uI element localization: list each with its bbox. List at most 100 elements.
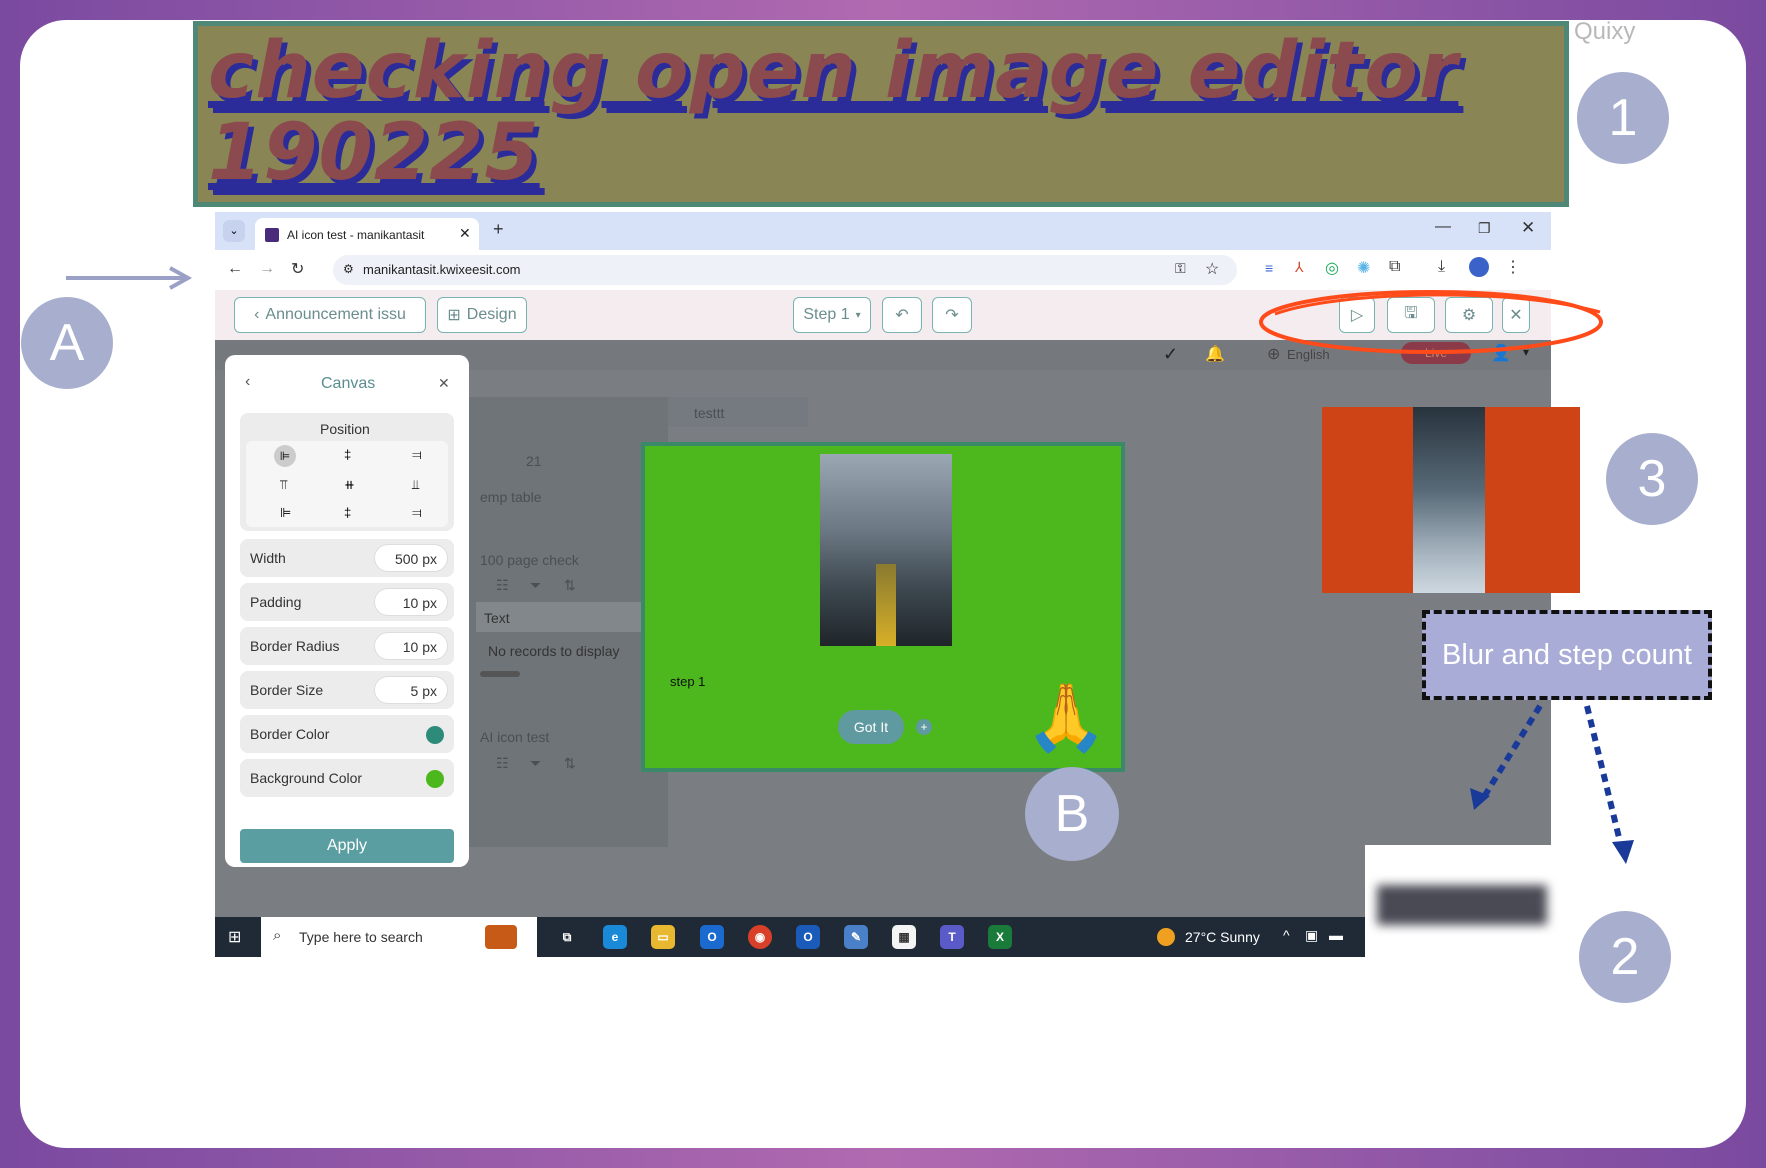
design-button[interactable]: ⊞ Design	[437, 297, 527, 333]
extension-4-icon[interactable]: ✺	[1357, 258, 1370, 278]
announcement-back-button[interactable]: ‹ Announcement issu	[234, 297, 426, 333]
new-tab-icon[interactable]: +	[493, 219, 504, 240]
password-key-icon[interactable]: ⚿	[1175, 260, 1186, 277]
site-info-icon[interactable]: ⚙	[343, 262, 354, 276]
step-dropdown[interactable]: Step 1 ▾	[793, 297, 871, 333]
tab-testtt[interactable]: testtt	[694, 405, 724, 421]
dotted-arrows-icon	[1470, 704, 1634, 864]
border-color-label: Border Color	[250, 726, 330, 742]
excel-icon[interactable]: X	[988, 925, 1012, 949]
border-color-swatch[interactable]	[426, 726, 444, 744]
table-header: Text	[476, 602, 666, 632]
arrow-a-icon	[66, 266, 193, 290]
filter-icon-2[interactable]: ⏷	[530, 755, 541, 772]
bookmark-star-icon[interactable]: ☆	[1205, 259, 1219, 279]
apply-button[interactable]: Apply	[240, 829, 454, 863]
border-radius-label: Border Radius	[250, 638, 340, 654]
download-icon[interactable]: ⤓	[1438, 258, 1445, 276]
extension-2-icon[interactable]: ⅄	[1295, 259, 1304, 276]
position-group: Position ⊫ ‡ ⫤ ⫪ ⧺ ⫫ ⊫ ‡ ⫤	[240, 413, 454, 531]
tray-chevron-icon[interactable]: ^	[1283, 927, 1290, 943]
browser-tab[interactable]: AI icon test - manikantasit ✕	[255, 218, 479, 250]
undo-icon: ↶	[895, 307, 909, 324]
redo-icon: ↷	[945, 307, 959, 324]
restore-icon[interactable]: ❐	[1478, 220, 1491, 237]
align-top-right-icon[interactable]: ⫤	[412, 447, 422, 463]
got-it-button[interactable]: Got It	[838, 710, 904, 744]
list-icon-2[interactable]: ☷	[496, 755, 509, 772]
panel-close-icon[interactable]: ✕	[438, 375, 450, 392]
outlook-icon[interactable]: O	[796, 925, 820, 949]
pray-emoji-icon: 🙏	[1025, 680, 1108, 754]
list-icon[interactable]: ☷	[496, 577, 509, 594]
chrome-icon[interactable]: ◉	[748, 925, 772, 949]
blur-step-count-label: Blur and step count	[1422, 610, 1712, 700]
sort-icon-2[interactable]: ⇅	[564, 755, 576, 772]
road-line	[876, 564, 896, 646]
outlook-new-icon[interactable]: O	[700, 925, 724, 949]
redo-button[interactable]: ↷	[932, 297, 972, 333]
file-explorer-icon[interactable]: ▭	[651, 925, 675, 949]
border-size-input[interactable]: 5 px	[374, 676, 448, 704]
tab-close-icon[interactable]: ✕	[459, 225, 471, 242]
url-bar[interactable]: ⚙ manikantasit.kwixeesit.com ⚿ ☆	[333, 255, 1237, 285]
title-text: checking open image editor 190225	[208, 26, 1459, 198]
check-circle-icon[interactable]: ✓	[1163, 344, 1178, 365]
align-middle-center-icon[interactable]: ⧺	[344, 477, 355, 493]
store-icon[interactable]: ▦	[892, 925, 916, 949]
tab-favicon-icon	[265, 228, 279, 242]
background-color-row: Background Color	[240, 759, 454, 797]
close-window-icon[interactable]: ✕	[1521, 218, 1535, 238]
tray-battery-icon[interactable]: ▬	[1329, 927, 1343, 943]
background-color-swatch[interactable]	[426, 770, 444, 788]
teams-icon[interactable]: T	[940, 925, 964, 949]
sort-icon[interactable]: ⇅	[564, 577, 576, 594]
align-top-center-icon[interactable]: ‡	[344, 447, 351, 462]
announcement-label: Announcement issu	[265, 306, 406, 323]
width-input[interactable]: 500 px	[374, 544, 448, 572]
title-banner: checking open image editor 190225	[193, 21, 1569, 207]
list-item-ai-icon-test[interactable]: AI icon test	[480, 729, 549, 745]
undo-button[interactable]: ↶	[882, 297, 922, 333]
windows-taskbar: ⊞ ⌕ Type here to search ⧉ e ▭ O ◉ O ✎ ▦ …	[215, 917, 1551, 957]
border-size-label: Border Size	[250, 682, 324, 698]
reload-icon[interactable]: ↻	[291, 259, 304, 279]
panel-back-icon[interactable]: ‹	[245, 373, 250, 391]
align-top-left-icon[interactable]: ⊫	[274, 445, 296, 467]
align-middle-left-icon[interactable]: ⫪	[280, 477, 287, 493]
menu-kebab-icon[interactable]: ⋮	[1505, 257, 1521, 277]
paint-icon[interactable]: ✎	[844, 925, 868, 949]
align-bottom-right-icon[interactable]: ⫤	[412, 505, 422, 521]
windows-start-icon[interactable]: ⊞	[228, 927, 241, 947]
canvas-panel: ‹ Canvas ✕ Position ⊫ ‡ ⫤ ⫪ ⧺ ⫫ ⊫ ‡ ⫤ Wi…	[225, 355, 469, 867]
align-middle-right-icon[interactable]: ⫫	[412, 477, 419, 493]
bell-icon[interactable]: 🔔	[1205, 344, 1225, 364]
extension-1-icon[interactable]: ≡	[1265, 260, 1273, 276]
list-item-emp-table[interactable]: emp table	[480, 489, 541, 505]
tray-network-icon[interactable]: ▣	[1305, 927, 1318, 944]
list-number: 21	[526, 453, 542, 469]
extensions-puzzle-icon[interactable]: ⧉	[1389, 258, 1400, 276]
forward-icon[interactable]: →	[259, 260, 275, 278]
border-radius-input[interactable]: 10 px	[374, 632, 448, 660]
extension-3-icon[interactable]: ◎	[1325, 258, 1339, 278]
filter-icon[interactable]: ⏷	[530, 577, 541, 594]
tab-search-icon[interactable]: ⌄	[223, 220, 245, 242]
add-button[interactable]: +	[916, 719, 932, 735]
minimize-icon[interactable]: —	[1435, 218, 1451, 236]
edge-icon[interactable]: e	[603, 925, 627, 949]
align-bottom-center-icon[interactable]: ‡	[344, 505, 351, 520]
padding-input[interactable]: 10 px	[374, 588, 448, 616]
task-view-icon[interactable]: ⧉	[555, 925, 579, 949]
search-icon: ⌕	[273, 927, 282, 944]
profile-avatar-icon[interactable]	[1469, 257, 1489, 277]
back-icon[interactable]: ←	[227, 260, 243, 278]
panel-title: Canvas	[321, 375, 376, 392]
weather-text[interactable]: 27°C Sunny	[1185, 929, 1260, 945]
taskbar-search-placeholder: Type here to search	[299, 929, 423, 945]
list-item-page-check[interactable]: 100 page check	[480, 552, 579, 568]
table-scrollbar[interactable]	[480, 671, 520, 677]
briefcase-icon[interactable]	[485, 925, 517, 949]
align-bottom-left-icon[interactable]: ⊫	[280, 505, 291, 521]
taskbar-search[interactable]: ⌕ Type here to search	[261, 917, 537, 957]
